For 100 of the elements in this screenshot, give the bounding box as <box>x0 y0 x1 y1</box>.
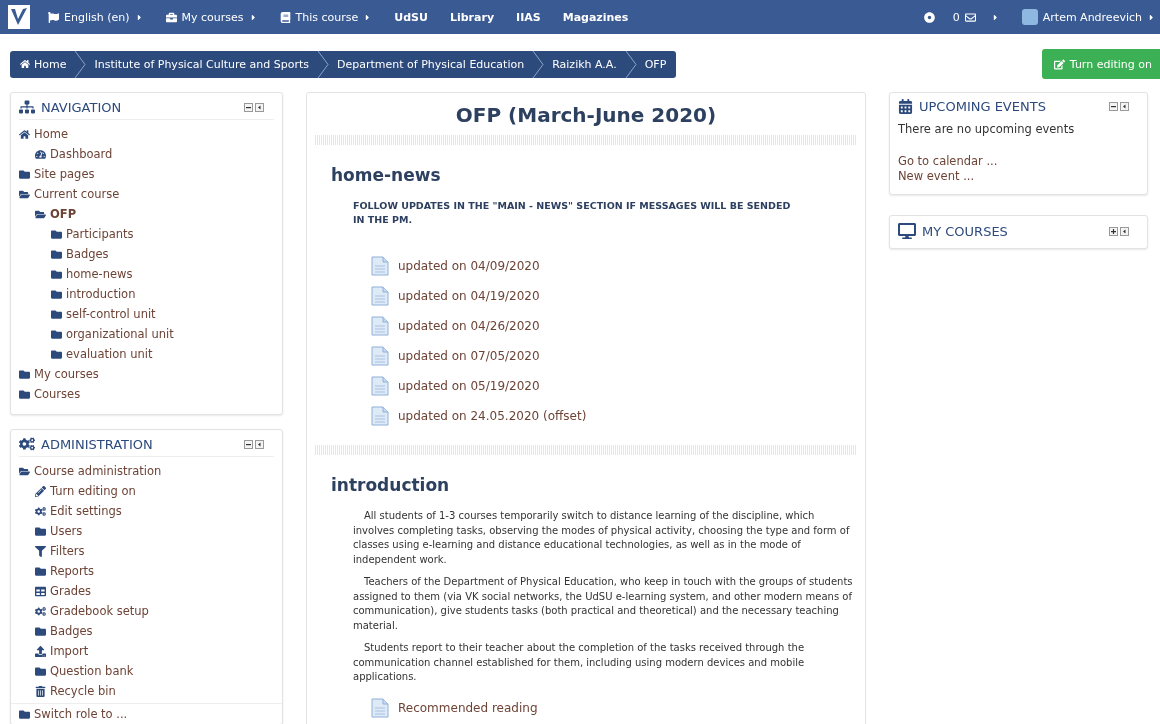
empty-message: There are no upcoming events <box>898 122 1076 136</box>
folder-icon <box>51 228 62 240</box>
dock-icon[interactable] <box>255 102 264 112</box>
nav-link[interactable]: Import <box>35 641 274 661</box>
menu-link[interactable]: English (en) <box>48 10 144 24</box>
nav-link[interactable]: Recycle bin <box>35 681 274 701</box>
nav-link[interactable]: organizational unit <box>51 324 274 344</box>
menu-link[interactable]: My courses <box>165 10 258 24</box>
nav-link[interactable]: My courses <box>19 364 274 384</box>
course-title: OFP (March-June 2020) <box>454 103 718 127</box>
nav-link[interactable]: Edit settings <box>35 501 274 521</box>
nav-link[interactable]: Filters <box>35 541 274 561</box>
section-title: introduction <box>331 475 451 495</box>
document-icon <box>371 286 389 306</box>
dock-icon[interactable] <box>255 439 264 449</box>
folder-icon <box>51 308 62 320</box>
calendar-icon <box>898 99 913 114</box>
trash-icon <box>35 685 46 697</box>
collapse-icon[interactable] <box>244 439 253 449</box>
nav-link[interactable]: Question bank <box>35 661 274 681</box>
document-icon <box>371 316 389 336</box>
nav-link[interactable]: Users <box>35 521 274 541</box>
open-folder-icon <box>19 188 30 200</box>
activity-link[interactable]: updated on 04/26/2020 <box>371 311 857 341</box>
settings-icon <box>35 605 46 617</box>
dock-icon[interactable] <box>1120 102 1129 111</box>
folder-icon <box>35 565 46 577</box>
folder-icon <box>19 368 30 380</box>
nav-link[interactable]: Badges <box>51 244 274 264</box>
nav-link[interactable]: Home <box>19 124 274 144</box>
nav-link[interactable]: self-control unit <box>51 304 274 324</box>
breadcrumb-link[interactable]: Raizikh A.A. <box>552 57 617 71</box>
nav-link[interactable]: Courses <box>19 384 274 404</box>
nav-link[interactable]: Turn editing on <box>35 481 274 501</box>
menu-link[interactable]: Magazines <box>562 10 629 24</box>
dock-icon[interactable] <box>1120 226 1129 236</box>
nav-link[interactable]: OFP <box>35 204 274 224</box>
upload-icon <box>35 645 46 657</box>
block-title: UPCOMING EVENTS <box>919 99 1047 114</box>
block-title: ADMINISTRATION <box>41 436 154 452</box>
nav-link[interactable]: Participants <box>51 224 274 244</box>
event-link[interactable]: New event ... <box>898 169 1139 184</box>
monitor-icon <box>898 222 916 240</box>
open-folder-icon <box>35 208 46 220</box>
breadcrumb-link[interactable]: Home <box>20 57 67 71</box>
folder-icon <box>51 268 62 280</box>
envelope-icon <box>964 11 976 23</box>
activity-link[interactable]: Recommended reading <box>371 692 857 723</box>
document-icon <box>371 376 389 396</box>
folder-icon <box>51 328 62 340</box>
logo-icon[interactable] <box>8 5 30 29</box>
target-icon[interactable] <box>923 11 935 23</box>
user-menu[interactable]: Artem Andreevich <box>1021 9 1156 25</box>
book-icon <box>279 11 291 23</box>
nav-link[interactable]: Switch role to ... <box>19 704 282 724</box>
document-icon <box>371 406 389 426</box>
menu-link[interactable]: IIAS <box>516 10 541 24</box>
briefcase-icon <box>165 11 177 23</box>
menu-link[interactable]: UdSU <box>394 10 428 24</box>
folder-icon <box>51 348 62 360</box>
settings-icon <box>19 436 35 452</box>
menu-link[interactable]: Library <box>449 10 495 24</box>
block-title: NAVIGATION <box>41 99 123 115</box>
breadcrumb-link[interactable]: Institute of Physical Culture and Sports <box>94 57 309 71</box>
activity-link[interactable]: updated on 04/09/2020 <box>371 251 857 281</box>
messages-link[interactable]: 0 <box>952 10 1000 24</box>
nav-link[interactable]: Grades <box>35 581 274 601</box>
nav-link[interactable]: Site pages <box>19 164 274 184</box>
activity-link[interactable]: updated on 07/05/2020 <box>371 341 857 371</box>
nav-link[interactable]: Current course <box>19 184 274 204</box>
paragraph: Students report to their teacher about the completion of the tasks received through the communication channel established for them, including using modern devices and mobile applications. <box>353 641 806 684</box>
collapse-icon[interactable] <box>1109 102 1118 111</box>
expand-icon[interactable] <box>1109 226 1118 236</box>
folder-icon <box>51 248 62 260</box>
nav-link[interactable]: Dashboard <box>35 144 274 164</box>
home-icon <box>20 59 30 69</box>
folder-icon <box>19 708 30 720</box>
activity-link[interactable]: updated on 24.05.2020 (offset) <box>371 401 857 431</box>
event-link[interactable]: Go to calendar ... <box>898 154 1139 169</box>
nav-link[interactable]: evaluation unit <box>51 344 274 364</box>
folder-icon <box>19 388 30 400</box>
settings-icon <box>35 505 46 517</box>
document-icon <box>371 256 389 276</box>
folder-icon <box>35 625 46 637</box>
folder-icon <box>19 168 30 180</box>
activity-link[interactable]: updated on 05/19/2020 <box>371 371 857 401</box>
sitemap-icon <box>19 99 35 115</box>
breadcrumb-link[interactable]: OFP <box>644 57 667 71</box>
nav-link[interactable]: introduction <box>51 284 274 304</box>
chevron-icon <box>74 50 87 78</box>
activity-link[interactable]: updated on 04/19/2020 <box>371 281 857 311</box>
menu-link[interactable]: This course <box>279 10 373 24</box>
nav-link[interactable]: Reports <box>35 561 274 581</box>
nav-link[interactable]: Badges <box>35 621 274 641</box>
breadcrumb-link[interactable]: Department of Physical Education <box>337 57 525 71</box>
nav-link[interactable]: home-news <box>51 264 274 284</box>
pencil-icon <box>35 485 46 497</box>
nav-link[interactable]: Course administration <box>19 461 274 481</box>
nav-link[interactable]: Gradebook setup <box>35 601 274 621</box>
collapse-icon[interactable] <box>244 102 253 112</box>
